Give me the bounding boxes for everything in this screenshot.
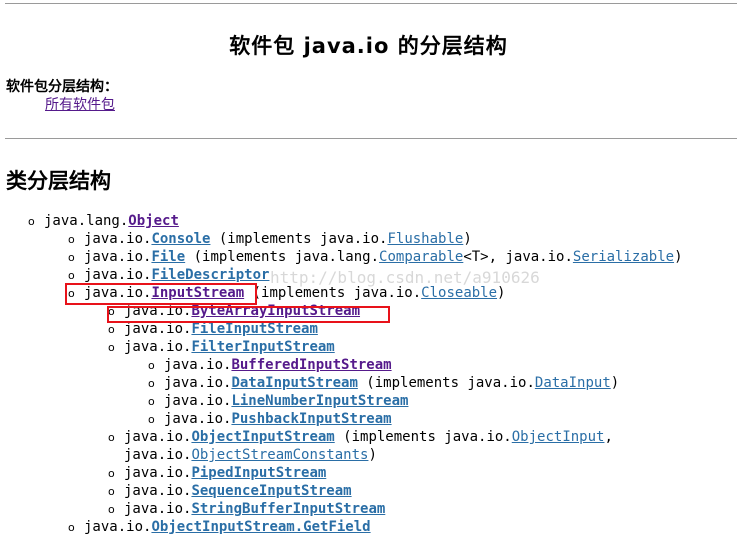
interface-link[interactable]: Flushable bbox=[387, 231, 463, 247]
tree-bullet-icon: o bbox=[148, 395, 155, 408]
class-link[interactable]: FileInputStream bbox=[191, 321, 317, 337]
implements-text: , bbox=[604, 429, 613, 445]
tree-bullet-icon: o bbox=[108, 323, 115, 336]
package-prefix: java.io. bbox=[164, 393, 232, 409]
tree-row: o java.io.LineNumberInputStream bbox=[148, 392, 408, 410]
package-prefix: java.io. bbox=[164, 375, 232, 391]
package-prefix: java.io. bbox=[84, 231, 152, 247]
tree-row: o java.io.SequenceInputStream bbox=[108, 482, 352, 500]
tree-row: o java.io.Console (implements java.io.Flu… bbox=[68, 230, 472, 248]
interface-link[interactable]: Serializable bbox=[573, 249, 674, 265]
top-divider bbox=[5, 3, 737, 4]
package-prefix: java.io. bbox=[124, 321, 192, 337]
interface-link[interactable]: Comparable bbox=[379, 249, 463, 265]
tree-bullet-icon: o bbox=[148, 377, 155, 390]
package-prefix: java.io. bbox=[164, 411, 232, 427]
class-link[interactable]: FilterInputStream bbox=[191, 339, 334, 355]
package-prefix: java.io. bbox=[124, 501, 192, 517]
package-prefix: java.io. bbox=[84, 267, 152, 283]
tree-bullet-icon: o bbox=[108, 467, 115, 480]
tree-bullet-icon: o bbox=[108, 431, 115, 444]
package-prefix: java.lang. bbox=[44, 213, 129, 229]
tree-row: o java.io.BufferedInputStream bbox=[148, 356, 392, 374]
tree-bullet-icon: o bbox=[68, 521, 75, 534]
tree-bullet-icon: o bbox=[108, 503, 115, 516]
package-prefix: java.io. bbox=[124, 429, 192, 445]
page-title: 软件包 java.io 的分层结构 bbox=[229, 34, 508, 58]
class-link[interactable]: PushbackInputStream bbox=[231, 411, 391, 427]
all-packages-link[interactable]: 所有软件包 bbox=[45, 94, 115, 114]
tree-row: o java.io.FileDescriptor bbox=[68, 266, 269, 284]
tree-row: o java.lang.Object bbox=[28, 212, 179, 230]
interface-link[interactable]: Closeable bbox=[421, 285, 497, 301]
tree-row: java.io.ObjectStreamConstants) bbox=[124, 446, 377, 464]
implements-text: (implements java.io. bbox=[334, 429, 512, 445]
package-prefix: java.io. bbox=[124, 339, 192, 355]
implements-text: ) bbox=[497, 285, 506, 301]
class-link[interactable]: Object bbox=[128, 213, 179, 229]
tree-row: o java.io.StringBufferInputStream bbox=[108, 500, 385, 518]
tree-row: o java.io.FilterInputStream bbox=[108, 338, 335, 356]
tree-bullet-icon: o bbox=[148, 359, 155, 372]
implements-text: (implements java.io. bbox=[244, 285, 422, 301]
package-hierarchy-label: 软件包分层结构： bbox=[6, 79, 118, 95]
tree-bullet-icon: o bbox=[68, 251, 75, 264]
interface-link[interactable]: DataInput bbox=[535, 375, 611, 391]
tree-bullet-icon: o bbox=[148, 413, 155, 426]
tree-row: o java.io.DataInputStream (implements jav… bbox=[148, 374, 619, 392]
implements-text: (implements java.io. bbox=[357, 375, 535, 391]
tree-row: o java.io.File (implements java.lang.Comp… bbox=[68, 248, 683, 266]
class-link[interactable]: StringBufferInputStream bbox=[191, 501, 385, 517]
section-divider bbox=[5, 138, 737, 139]
tree-row: o java.io.PushbackInputStream bbox=[148, 410, 392, 428]
watermark: http://blog.csdn.net/a910626 bbox=[270, 268, 540, 287]
class-link[interactable]: BufferedInputStream bbox=[231, 357, 391, 373]
class-link[interactable]: Console bbox=[151, 231, 210, 247]
implements-text: ) bbox=[674, 249, 683, 265]
tree-bullet-icon: o bbox=[68, 233, 75, 246]
class-link[interactable]: DataInputStream bbox=[231, 375, 357, 391]
class-link[interactable]: ObjectInputStream bbox=[191, 429, 334, 445]
tree-row: o java.io.PipedInputStream bbox=[108, 464, 326, 482]
package-prefix: java.io. bbox=[124, 465, 192, 481]
class-link[interactable]: File bbox=[151, 249, 185, 265]
implements-text: ) bbox=[368, 447, 377, 463]
interface-link[interactable]: ObjectInput bbox=[512, 429, 605, 445]
implements-text: <T>, java.io. bbox=[463, 249, 573, 265]
implements-text: (implements java.io. bbox=[210, 231, 388, 247]
implements-text: ) bbox=[463, 231, 472, 247]
package-prefix: java.io. bbox=[124, 447, 192, 463]
class-link[interactable]: SequenceInputStream bbox=[191, 483, 351, 499]
tree-bullet-icon: o bbox=[108, 485, 115, 498]
class-link[interactable]: PipedInputStream bbox=[191, 465, 326, 481]
class-link[interactable]: FileDescriptor bbox=[151, 267, 269, 283]
package-prefix: java.io. bbox=[84, 519, 152, 535]
tree-row: o java.io.ObjectInputStream.GetField bbox=[68, 518, 371, 536]
implements-text: ) bbox=[610, 375, 620, 391]
highlight-box-inputstream bbox=[65, 283, 257, 305]
class-link[interactable]: LineNumberInputStream bbox=[231, 393, 408, 409]
class-link[interactable]: ObjectInputStream.GetField bbox=[151, 519, 370, 535]
tree-bullet-icon: o bbox=[108, 341, 115, 354]
highlight-box-bytearrayinputstream bbox=[107, 306, 390, 323]
implements-text: (implements java.lang. bbox=[185, 249, 380, 265]
package-prefix: java.io. bbox=[124, 483, 192, 499]
package-prefix: java.io. bbox=[84, 249, 152, 265]
package-prefix: java.io. bbox=[164, 357, 232, 373]
tree-row: o java.io.ObjectInputStream (implements j… bbox=[108, 428, 613, 446]
tree-bullet-icon: o bbox=[28, 215, 35, 228]
class-link[interactable]: ObjectStreamConstants bbox=[191, 447, 368, 463]
class-hierarchy-heading: 类分层结构 bbox=[6, 169, 111, 193]
